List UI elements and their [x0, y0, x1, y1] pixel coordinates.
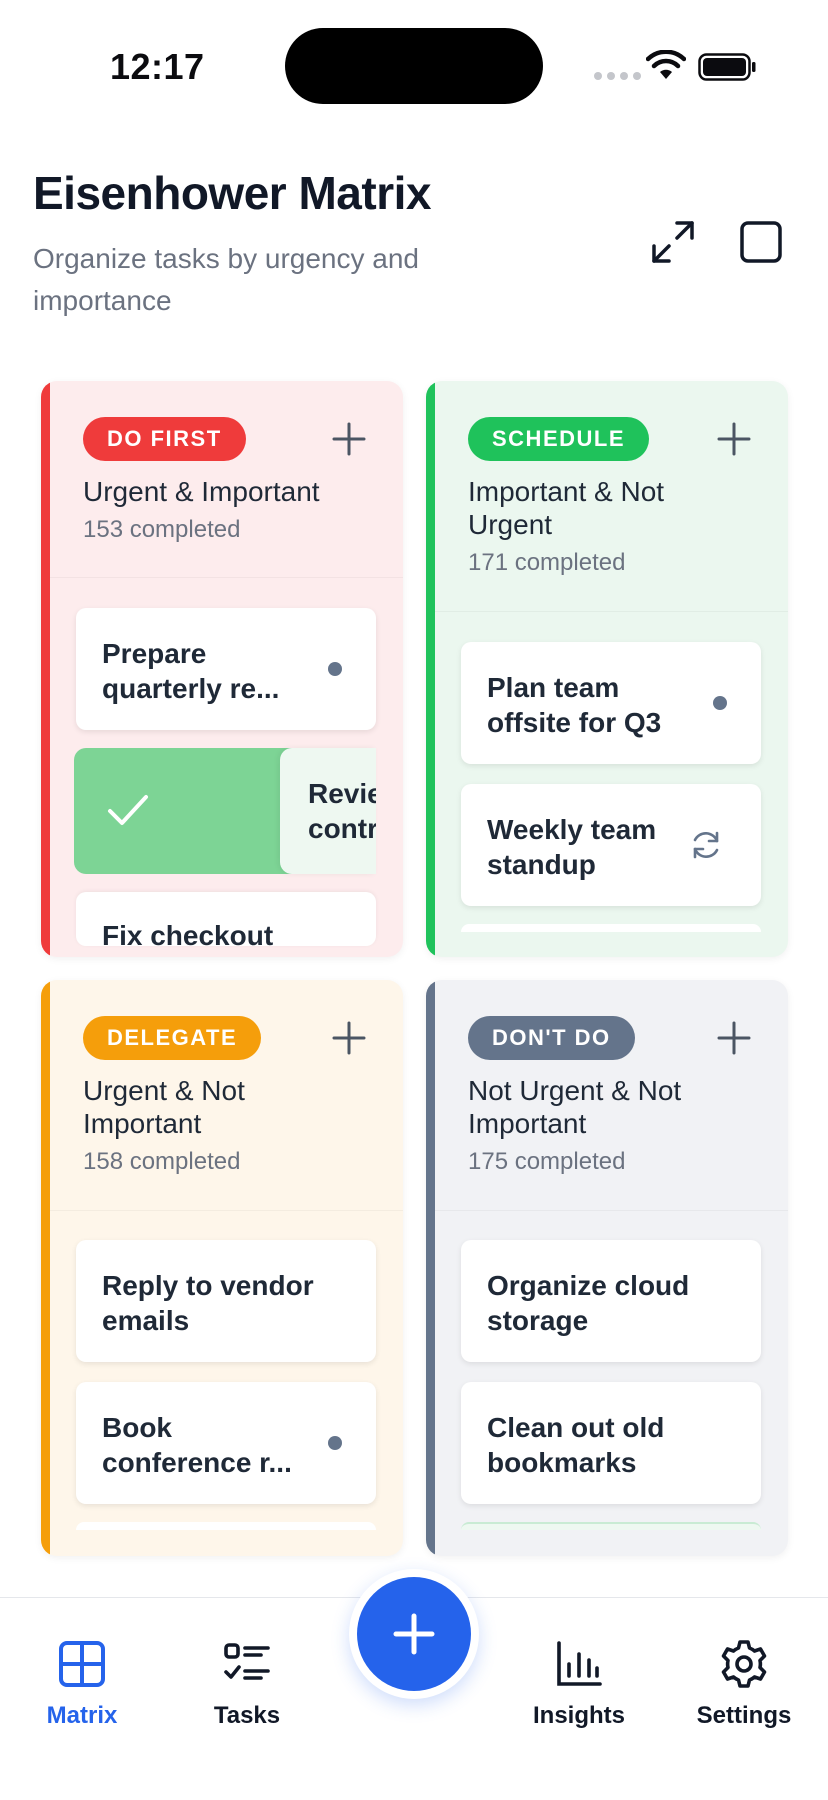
fab-circle [357, 1577, 471, 1691]
task-card-peek [76, 1522, 376, 1530]
task-card-swiped[interactable]: Review contr [280, 748, 376, 874]
quadrant-header: SCHEDULE Important & Not Urgent 171 comp… [426, 381, 788, 577]
priority-dot [328, 1436, 342, 1450]
completed-count: 153 completed [83, 516, 241, 543]
checklist-icon [224, 1643, 270, 1680]
quadrant-badge: DO FIRST [83, 417, 246, 461]
quadrant-title: Urgent & Not Important [83, 1075, 245, 1139]
dynamic-island [285, 28, 543, 104]
quadrant-header: DELEGATE Urgent & Not Important 158 comp… [41, 980, 403, 1176]
quadrant-badge: DON'T DO [468, 1016, 635, 1060]
divider [50, 577, 403, 578]
completed-count: 158 completed [83, 1148, 241, 1175]
bar-chart-icon [557, 1641, 602, 1686]
plus-icon [717, 422, 751, 456]
select-mode-button[interactable] [733, 214, 789, 270]
tab-label: Tasks [213, 1702, 281, 1729]
task-card[interactable]: Clean out old bookmarks [461, 1382, 761, 1504]
checkmark-icon [108, 795, 148, 825]
tab-insights[interactable]: Insights [504, 1638, 654, 1730]
page-header: Eisenhower Matrix Organize tasks by urge… [33, 166, 793, 322]
task-title: Plan team offsite for Q3 [487, 672, 662, 738]
task-card[interactable]: Weekly team standup [461, 784, 761, 906]
add-task-button[interactable] [708, 1012, 760, 1064]
quadrant-badge: SCHEDULE [468, 417, 650, 461]
task-card[interactable]: Plan team offsite for Q3 [461, 642, 761, 764]
task-title: Fix checkout [102, 920, 274, 946]
quadrant-title: Important & Not Urgent [468, 476, 665, 540]
task-title: Clean out old bookmarks [487, 1412, 665, 1478]
expand-button[interactable] [645, 214, 701, 270]
plus-icon [332, 422, 366, 456]
tab-matrix[interactable]: Matrix [7, 1638, 157, 1730]
priority-dot [713, 696, 727, 710]
completed-count: 175 completed [468, 1148, 626, 1175]
add-task-button[interactable] [323, 413, 375, 465]
cellular-signal-icon [594, 72, 641, 80]
task-card[interactable]: Fix checkout [76, 892, 376, 946]
divider [435, 611, 788, 612]
task-title: Weekly team standup [487, 814, 657, 880]
grid-icon [59, 1641, 105, 1687]
tab-label: Settings [696, 1702, 792, 1729]
quadrant-header: DON'T DO Not Urgent & Not Important 175 … [426, 980, 788, 1176]
status-time: 12:17 [110, 46, 205, 87]
repeat-icon [693, 831, 719, 859]
task-card-peek [461, 1522, 761, 1530]
expand-icon [652, 221, 694, 263]
task-card[interactable]: Prepare quarterly re... [76, 608, 376, 730]
page-title: Eisenhower Matrix [33, 167, 431, 219]
add-task-button[interactable] [708, 413, 760, 465]
status-bar: 12:17 [0, 0, 828, 130]
task-title: Review contr [308, 778, 376, 844]
task-card-peek [461, 924, 761, 932]
task-title: Prepare quarterly re... [102, 638, 280, 704]
divider [435, 1210, 788, 1211]
task-title: Reply to vendor emails [102, 1270, 314, 1336]
quadrant-badge: DELEGATE [83, 1016, 262, 1060]
add-task-fab[interactable] [349, 1569, 479, 1699]
task-card[interactable]: Reply to vendor emails [76, 1240, 376, 1362]
wifi-icon [646, 50, 686, 79]
add-task-button[interactable] [323, 1012, 375, 1064]
divider [50, 1210, 403, 1211]
task-card[interactable]: Organize cloud storage [461, 1240, 761, 1362]
tab-label: Matrix [46, 1702, 118, 1729]
battery-icon [698, 53, 756, 81]
plus-icon [332, 1021, 366, 1055]
tab-tasks[interactable]: Tasks [172, 1638, 322, 1730]
plus-icon [393, 1613, 435, 1655]
task-title: Book conference r... [102, 1412, 292, 1478]
task-card[interactable]: Book conference r... [76, 1382, 376, 1504]
checkbox-square-icon [740, 221, 782, 263]
priority-dot [328, 662, 342, 676]
tab-settings[interactable]: Settings [669, 1638, 819, 1730]
gear-icon [721, 1640, 767, 1688]
quadrant-title: Not Urgent & Not Important [468, 1075, 682, 1139]
page-subtitle: Organize tasks by urgency and importance [33, 243, 419, 316]
plus-icon [717, 1021, 751, 1055]
task-title: Organize cloud storage [487, 1270, 690, 1336]
tab-label: Insights [532, 1702, 625, 1729]
completed-count: 171 completed [468, 549, 626, 576]
quadrant-title: Urgent & Important [83, 476, 320, 507]
